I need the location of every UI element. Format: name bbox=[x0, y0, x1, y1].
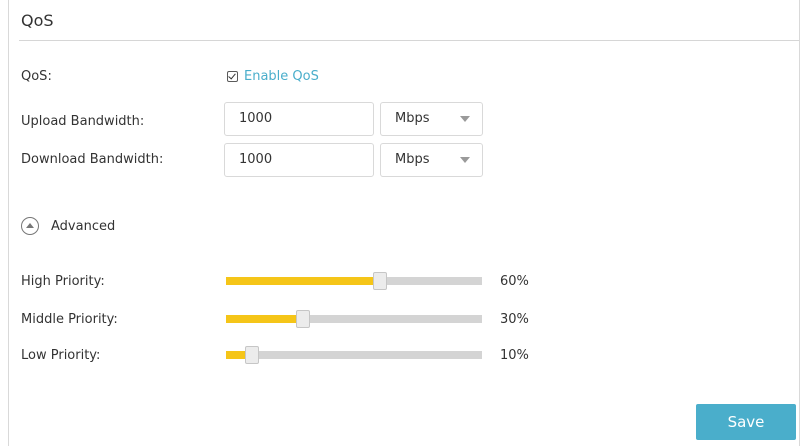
middle-priority-fill bbox=[226, 315, 303, 323]
chevron-down-icon bbox=[460, 116, 470, 122]
advanced-label[interactable]: Advanced bbox=[51, 219, 115, 234]
save-button[interactable]: Save bbox=[696, 404, 796, 440]
high-priority-slider[interactable] bbox=[226, 272, 482, 290]
upload-bandwidth-input[interactable]: 1000 bbox=[224, 102, 374, 136]
high-priority-thumb[interactable] bbox=[373, 272, 387, 290]
middle-priority-slider[interactable] bbox=[226, 310, 482, 328]
enable-qos-checkbox-group[interactable]: Enable QoS bbox=[227, 69, 319, 84]
low-priority-label: Low Priority: bbox=[21, 348, 101, 363]
middle-priority-thumb[interactable] bbox=[296, 310, 310, 328]
middle-priority-label: Middle Priority: bbox=[21, 312, 118, 327]
low-priority-thumb[interactable] bbox=[245, 346, 259, 364]
advanced-toggle[interactable]: Advanced bbox=[21, 217, 115, 235]
upload-unit-select[interactable]: Mbps bbox=[380, 102, 483, 136]
high-priority-label: High Priority: bbox=[21, 274, 105, 289]
download-bandwidth-label: Download Bandwidth: bbox=[21, 152, 164, 167]
low-priority-slider[interactable] bbox=[226, 346, 482, 364]
download-bandwidth-input[interactable]: 1000 bbox=[224, 143, 374, 177]
upload-unit-value: Mbps bbox=[395, 111, 430, 126]
chevron-up-circle-icon[interactable] bbox=[21, 217, 39, 235]
high-priority-fill bbox=[226, 277, 380, 285]
section-title: QoS bbox=[21, 11, 54, 30]
high-priority-percent: 60% bbox=[500, 274, 529, 289]
chevron-down-icon bbox=[460, 157, 470, 163]
middle-priority-percent: 30% bbox=[500, 312, 529, 327]
qos-panel: QoS QoS: Enable QoS Upload Bandwidth: 10… bbox=[8, 0, 800, 446]
enable-qos-checkbox[interactable] bbox=[227, 71, 238, 82]
qos-label: QoS: bbox=[21, 69, 52, 84]
enable-qos-label[interactable]: Enable QoS bbox=[244, 69, 319, 84]
upload-bandwidth-label: Upload Bandwidth: bbox=[21, 114, 145, 129]
title-divider bbox=[19, 40, 799, 41]
download-unit-select[interactable]: Mbps bbox=[380, 143, 483, 177]
download-unit-value: Mbps bbox=[395, 152, 430, 167]
low-priority-percent: 10% bbox=[500, 348, 529, 363]
